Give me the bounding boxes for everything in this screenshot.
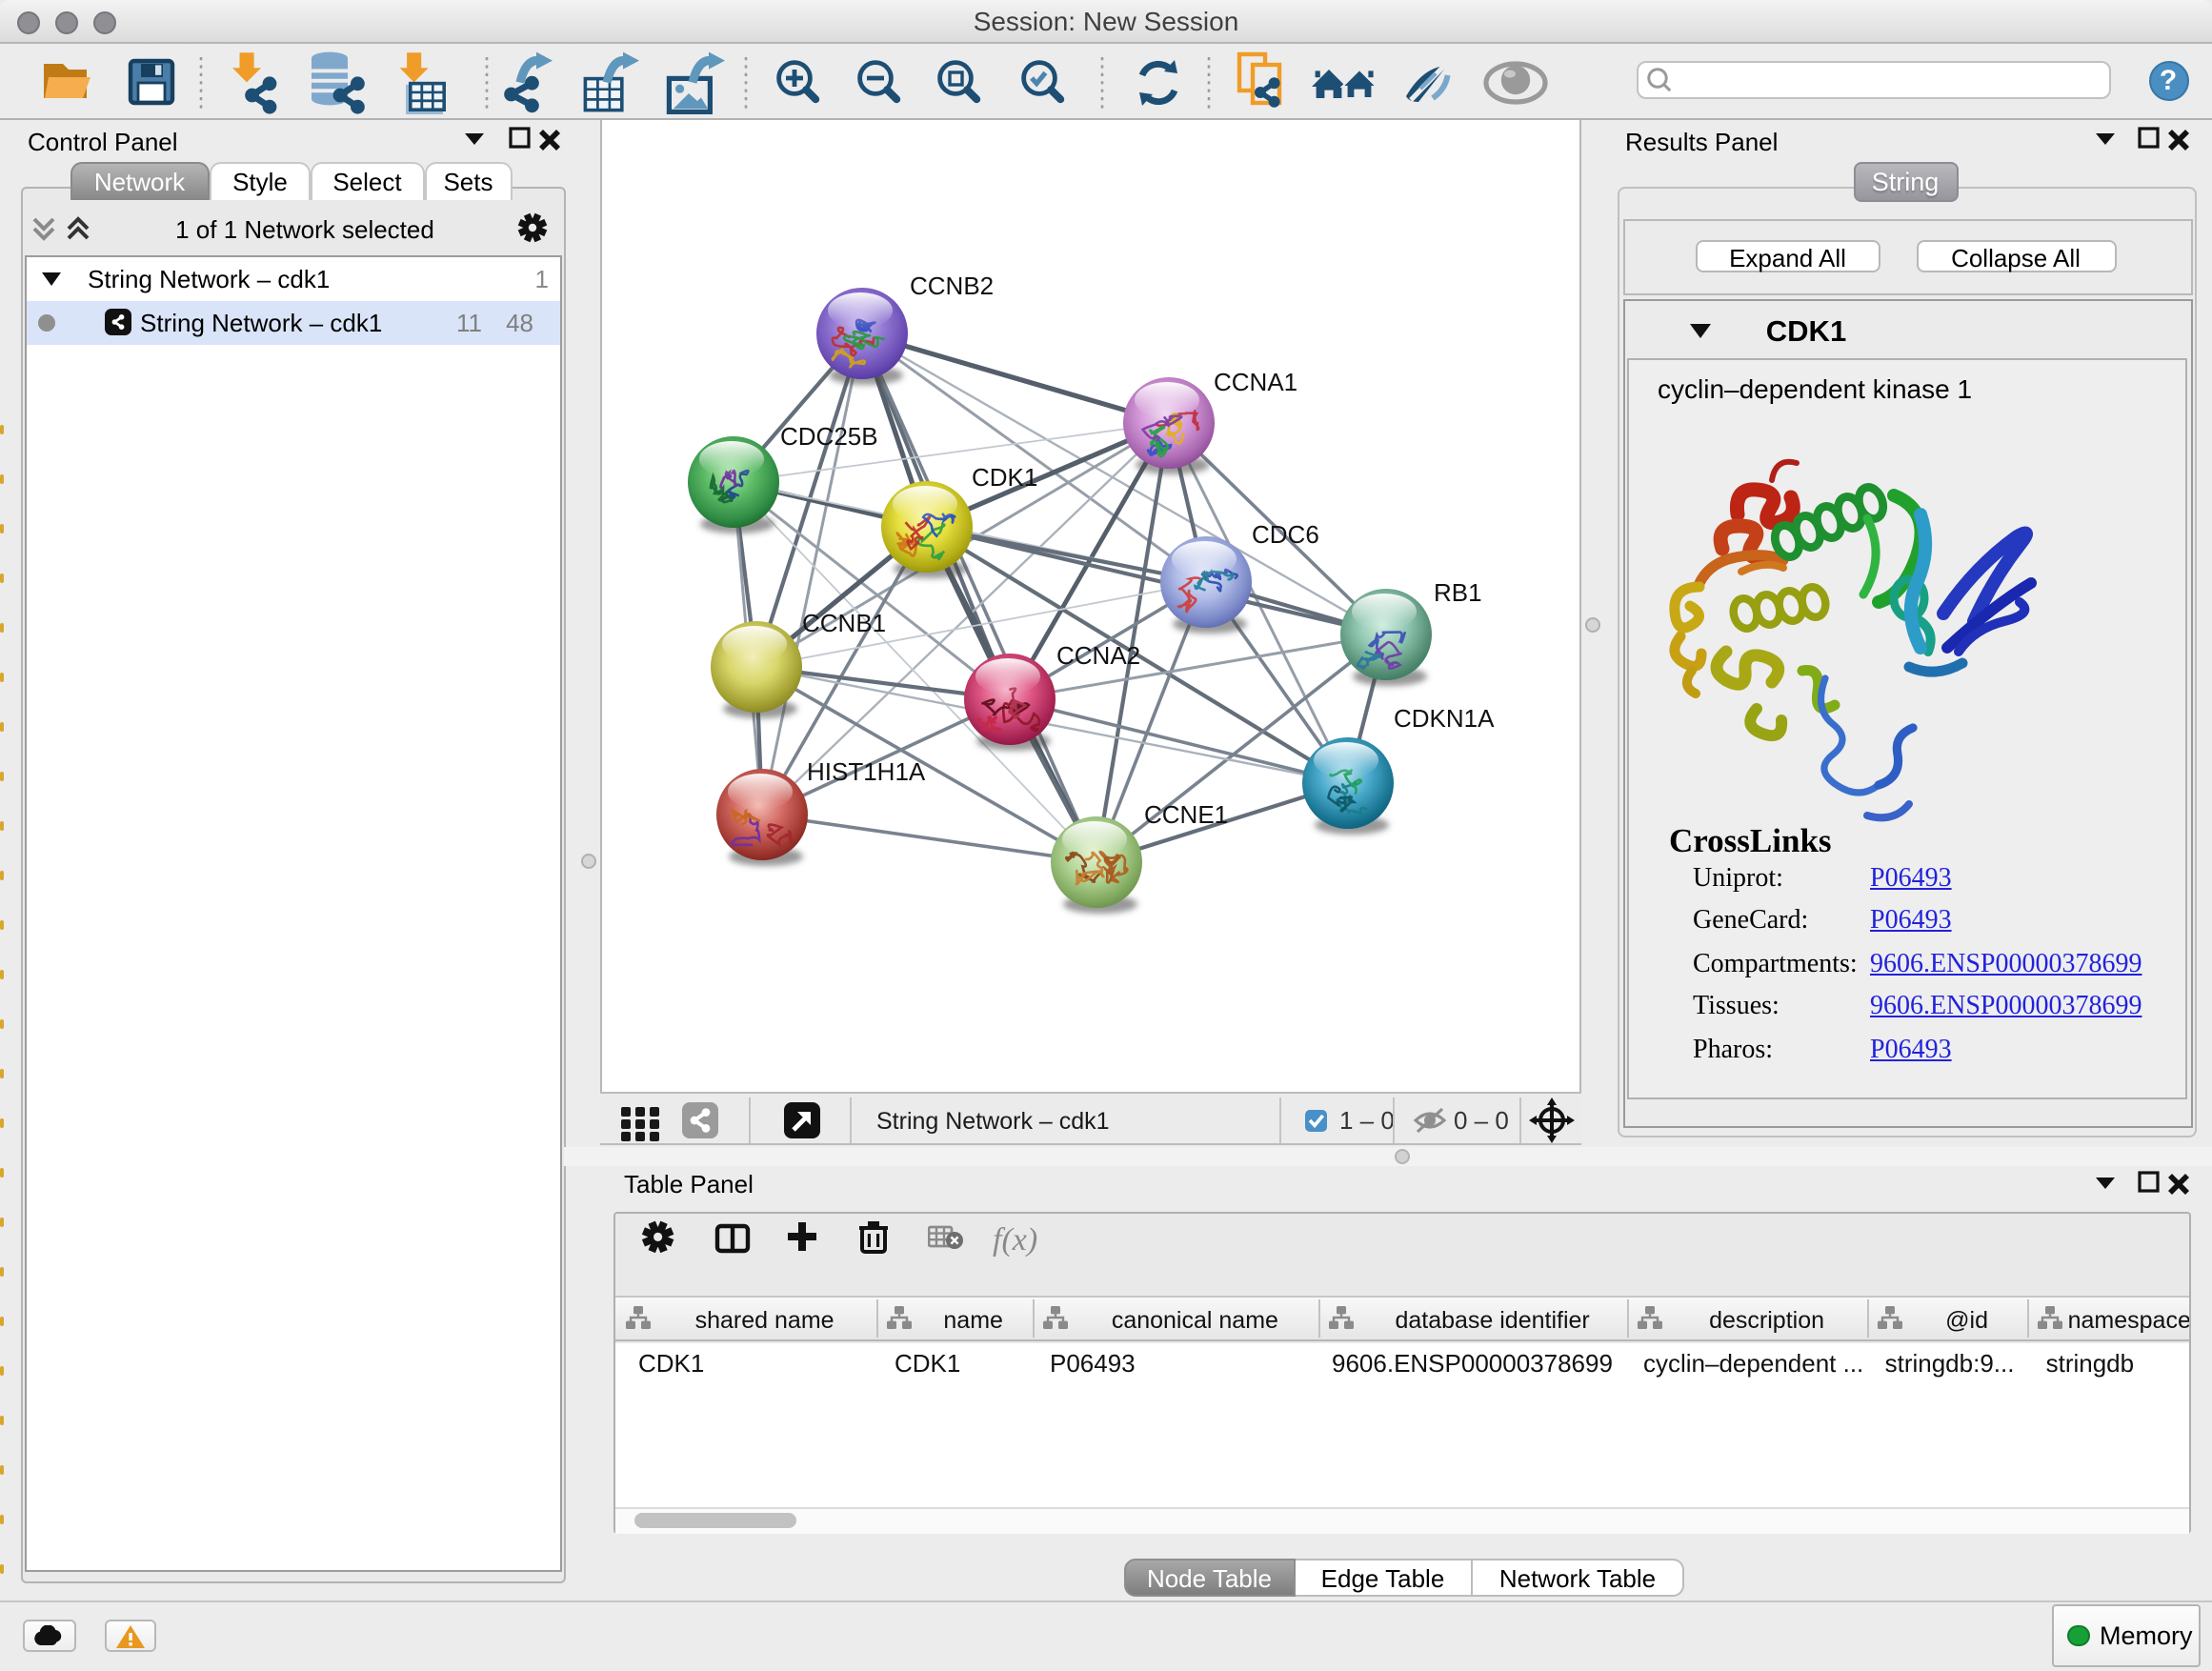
svg-text:RB1: RB1 (1433, 577, 1481, 606)
svg-text:CCNB1: CCNB1 (801, 608, 885, 636)
svg-text:CCNA2: CCNA2 (1056, 640, 1139, 669)
svg-text:CCNE1: CCNE1 (1143, 799, 1227, 828)
svg-text:1 – 0: 1 – 0 (1338, 1105, 1394, 1134)
svg-text:CCNA1: CCNA1 (1213, 367, 1297, 395)
svg-text:CCNB2: CCNB2 (909, 271, 993, 299)
svg-text:0 – 0: 0 – 0 (1453, 1105, 1508, 1134)
svg-text:CDK1: CDK1 (971, 462, 1036, 491)
svg-text:CDKN1A: CDKN1A (1393, 703, 1494, 732)
svg-text:CDC25B: CDC25B (779, 421, 877, 450)
svg-text:CDC6: CDC6 (1251, 519, 1318, 548)
svg-text:String Network – cdk1: String Network – cdk1 (875, 1107, 1109, 1134)
svg-text:HIST1H1A: HIST1H1A (806, 756, 925, 785)
